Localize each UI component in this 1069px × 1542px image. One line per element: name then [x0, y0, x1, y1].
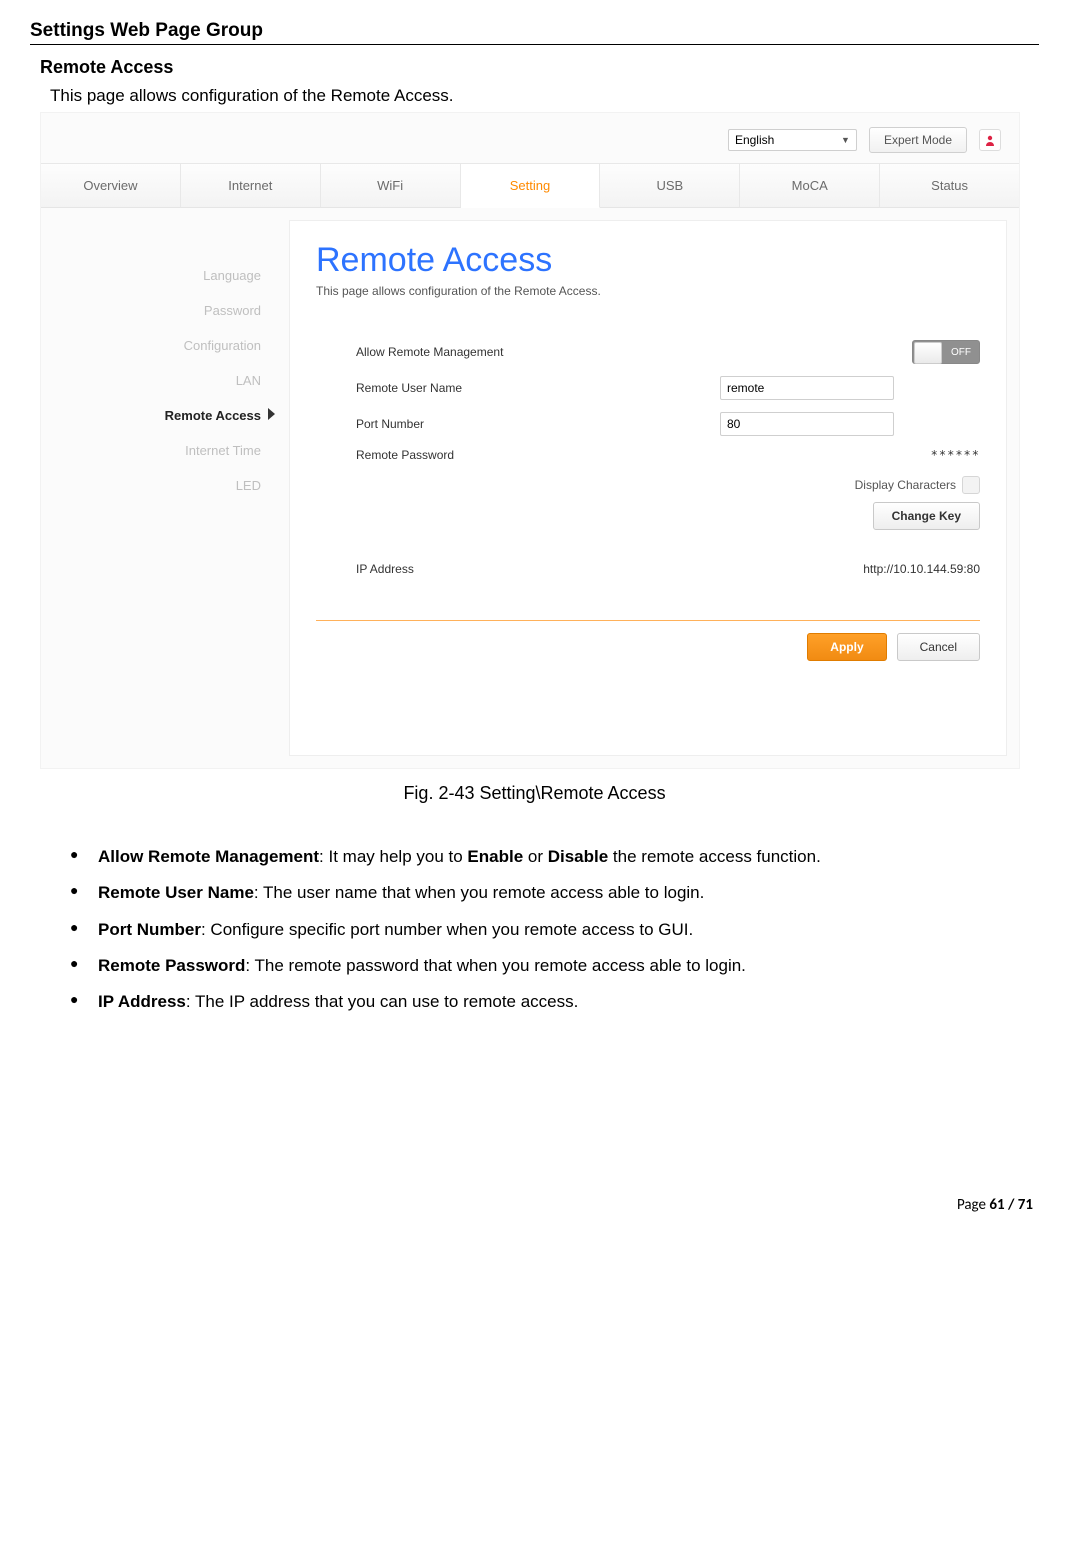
tab-status[interactable]: Status	[880, 164, 1019, 208]
ip-label: IP Address	[356, 562, 863, 576]
sidebar-item-lan[interactable]: LAN	[41, 363, 261, 398]
sidebar: Language Password Configuration LAN Remo…	[41, 208, 289, 768]
sidebar-item-language[interactable]: Language	[41, 258, 261, 293]
bullet-list: Allow Remote Management: It may help you…	[30, 844, 1039, 1016]
ip-value: http://10.10.144.59:80	[863, 562, 980, 576]
subsection-title: Remote Access	[40, 57, 1039, 78]
display-chars-label: Display Characters	[855, 478, 956, 492]
cancel-button[interactable]: Cancel	[897, 633, 980, 661]
user-icon[interactable]	[979, 129, 1001, 151]
language-value: English	[735, 133, 774, 147]
sidebar-item-password[interactable]: Password	[41, 293, 261, 328]
footer-page: 61 / 71	[989, 1196, 1033, 1214]
sidebar-item-remote-access[interactable]: Remote Access	[41, 398, 261, 433]
nav-tabs: Overview Internet WiFi Setting USB MoCA …	[41, 163, 1019, 208]
figure-caption: Fig. 2-43 Setting\Remote Access	[30, 783, 1039, 804]
row-password: Remote Password ******	[316, 442, 980, 468]
apply-button[interactable]: Apply	[807, 633, 886, 661]
page-header: Settings Web Page Group	[30, 20, 1039, 45]
page-footer: Page 61 / 71	[30, 1196, 1039, 1214]
intro-text: This page allows configuration of the Re…	[50, 86, 1039, 106]
bullet-allow-remote: Allow Remote Management: It may help you…	[70, 844, 1039, 870]
expert-mode-button[interactable]: Expert Mode	[869, 127, 967, 153]
language-select[interactable]: English ▼	[728, 129, 857, 151]
top-bar: English ▼ Expert Mode	[41, 113, 1019, 163]
router-ui-screenshot: English ▼ Expert Mode Overview Internet …	[40, 112, 1020, 769]
change-key-button[interactable]: Change Key	[873, 502, 980, 530]
tab-wifi[interactable]: WiFi	[321, 164, 461, 208]
divider	[316, 620, 980, 621]
row-username: Remote User Name	[316, 370, 980, 406]
chevron-down-icon: ▼	[841, 135, 850, 145]
tab-internet[interactable]: Internet	[181, 164, 321, 208]
row-display-chars: Display Characters	[316, 468, 980, 502]
tab-moca[interactable]: MoCA	[740, 164, 880, 208]
port-input[interactable]	[720, 412, 894, 436]
tab-setting[interactable]: Setting	[461, 164, 601, 208]
footer-label: Page	[957, 1196, 986, 1214]
page-title: Settings Web Page Group	[30, 20, 1039, 42]
row-allow-remote: Allow Remote Management OFF	[316, 334, 980, 370]
main-area: Language Password Configuration LAN Remo…	[41, 208, 1019, 768]
bullet-username: Remote User Name: The user name that whe…	[70, 880, 1039, 906]
sidebar-item-led[interactable]: LED	[41, 468, 261, 503]
action-row: Apply Cancel	[316, 633, 980, 661]
content-subtitle: This page allows configuration of the Re…	[316, 284, 980, 298]
tab-usb[interactable]: USB	[600, 164, 740, 208]
display-chars-checkbox[interactable]	[962, 476, 980, 494]
allow-remote-toggle[interactable]: OFF	[912, 340, 980, 364]
content-panel: Remote Access This page allows configura…	[289, 220, 1007, 756]
row-port: Port Number	[316, 406, 980, 442]
sidebar-item-configuration[interactable]: Configuration	[41, 328, 261, 363]
username-input[interactable]	[720, 376, 894, 400]
bullet-password: Remote Password: The remote password tha…	[70, 953, 1039, 979]
allow-remote-label: Allow Remote Management	[356, 345, 720, 359]
username-label: Remote User Name	[356, 381, 720, 395]
toggle-state: OFF	[951, 347, 971, 358]
bullet-port: Port Number: Configure specific port num…	[70, 917, 1039, 943]
sidebar-item-internet-time[interactable]: Internet Time	[41, 433, 261, 468]
tab-overview[interactable]: Overview	[41, 164, 181, 208]
password-masked: ******	[931, 448, 980, 462]
content-title: Remote Access	[316, 241, 980, 280]
port-label: Port Number	[356, 417, 720, 431]
bullet-ip: IP Address: The IP address that you can …	[70, 989, 1039, 1015]
row-ip-address: IP Address http://10.10.144.59:80	[316, 556, 980, 582]
password-label: Remote Password	[356, 448, 720, 462]
